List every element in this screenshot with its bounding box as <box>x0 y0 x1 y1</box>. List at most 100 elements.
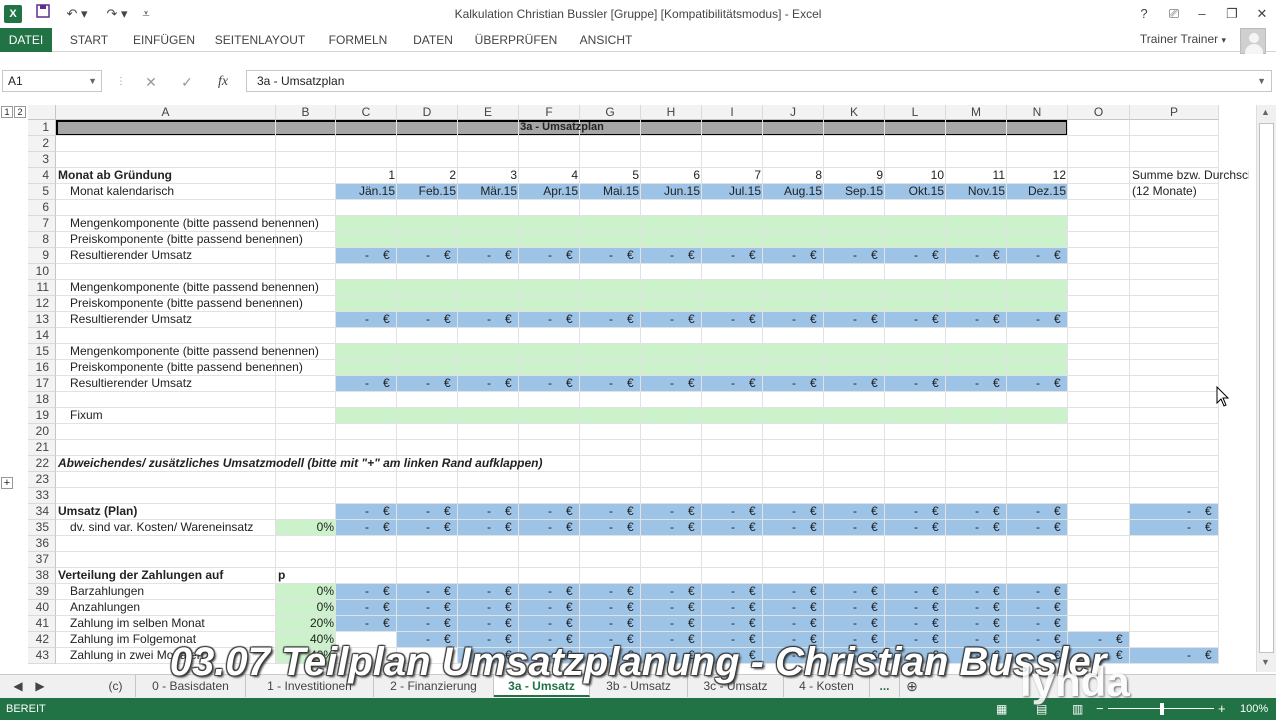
row-label[interactable]: Anzahlungen <box>56 600 142 616</box>
column-header-j[interactable]: J <box>763 105 824 120</box>
row-header-7[interactable]: 7 <box>28 216 56 232</box>
column-header-n[interactable]: N <box>1007 105 1068 120</box>
month-number[interactable]: 4 <box>519 168 580 184</box>
column-header-k[interactable]: K <box>824 105 885 120</box>
month-number[interactable]: 6 <box>641 168 702 184</box>
column-header-e[interactable]: E <box>458 105 519 120</box>
user-name[interactable]: Trainer Trainer ▾ <box>1140 32 1226 46</box>
row-header-2[interactable]: 2 <box>28 136 56 152</box>
label-12-monate[interactable]: (12 Monate) <box>1130 184 1199 200</box>
row-header-21[interactable]: 21 <box>28 440 56 456</box>
row-header-11[interactable]: 11 <box>28 280 56 296</box>
percent-value[interactable]: 40% <box>276 632 336 648</box>
month-date[interactable]: Aug.15 <box>763 184 824 200</box>
row-label[interactable]: Resultierender Umsatz <box>56 248 194 264</box>
close-button[interactable]: ✕ <box>1250 4 1274 24</box>
label-monat-kalendarisch[interactable]: Monat kalendarisch <box>56 184 176 200</box>
avatar[interactable] <box>1240 28 1266 54</box>
normal-view-icon[interactable]: ▦ <box>996 698 1007 720</box>
month-number[interactable]: 12 <box>1007 168 1068 184</box>
month-date[interactable]: Jun.15 <box>641 184 702 200</box>
sheet-tab-investitionen[interactable]: 1 - Investitionen <box>246 675 374 697</box>
month-number[interactable]: 2 <box>397 168 458 184</box>
row-label[interactable]: Barzahlungen <box>56 584 146 600</box>
column-header-l[interactable]: L <box>885 105 946 120</box>
formula-input[interactable]: 3a - Umsatzplan ▼ <box>246 70 1272 92</box>
column-header-f[interactable]: F <box>519 105 580 120</box>
name-box[interactable]: A1 ▼ <box>2 70 102 92</box>
row-label[interactable]: dv. sind var. Kosten/ Wareneinsatz <box>56 520 255 536</box>
row-header-13[interactable]: 13 <box>28 312 56 328</box>
sheet-tab-c[interactable]: (c) <box>96 675 136 697</box>
month-number[interactable]: 7 <box>702 168 763 184</box>
row-header-16[interactable]: 16 <box>28 360 56 376</box>
tab-seitenlayout[interactable]: SEITENLAYOUT <box>210 28 310 52</box>
next-sheet-icon[interactable]: ▶ <box>30 675 50 697</box>
month-date[interactable]: Sep.15 <box>824 184 885 200</box>
row-header-33[interactable]: 33 <box>28 488 56 504</box>
tab-datei[interactable]: DATEI <box>0 28 52 52</box>
maximize-button[interactable]: ❐ <box>1220 4 1244 24</box>
row-header-4[interactable]: 4 <box>28 168 56 184</box>
cancel-icon[interactable]: ✕ <box>140 72 162 92</box>
month-number[interactable]: 10 <box>885 168 946 184</box>
add-sheet-icon[interactable]: ⊕ <box>902 675 922 697</box>
column-header-g[interactable]: G <box>580 105 641 120</box>
month-number[interactable]: 3 <box>458 168 519 184</box>
month-date[interactable]: Mai.15 <box>580 184 641 200</box>
column-header-c[interactable]: C <box>336 105 397 120</box>
month-date[interactable]: Feb.15 <box>397 184 458 200</box>
ribbon-display-button[interactable]: ⎚ <box>1162 4 1186 24</box>
prev-sheet-icon[interactable]: ◀ <box>8 675 28 697</box>
month-date[interactable]: Apr.15 <box>519 184 580 200</box>
select-all-corner[interactable] <box>28 105 56 120</box>
month-number[interactable]: 5 <box>580 168 641 184</box>
row-label[interactable]: Mengenkomponente (bitte passend benennen… <box>56 280 321 296</box>
column-header-b[interactable]: B <box>276 105 336 120</box>
row-header-14[interactable]: 14 <box>28 328 56 344</box>
insert-function-icon[interactable]: fx <box>212 72 234 92</box>
sheet-tab-finanzierung[interactable]: 2 - Finanzierung <box>374 675 494 697</box>
month-number[interactable]: 11 <box>946 168 1007 184</box>
row-header-42[interactable]: 42 <box>28 632 56 648</box>
confirm-icon[interactable]: ✓ <box>176 72 198 92</box>
column-header-h[interactable]: H <box>641 105 702 120</box>
tab-ansicht[interactable]: ANSICHT <box>572 28 640 52</box>
help-button[interactable]: ? <box>1132 4 1156 24</box>
row-label[interactable]: Mengenkomponente (bitte passend benennen… <box>56 216 321 232</box>
row-label[interactable]: Zahlung in zwei Monaten <box>56 648 205 664</box>
sheet-tab-umsatz-3b[interactable]: 3b - Umsatz <box>590 675 688 697</box>
label-p[interactable]: p <box>276 568 287 584</box>
row-header-19[interactable]: 19 <box>28 408 56 424</box>
scroll-thumb[interactable] <box>1259 123 1274 653</box>
row-label[interactable]: Mengenkomponente (bitte passend benennen… <box>56 344 321 360</box>
expand-group-button[interactable]: + <box>1 477 13 489</box>
row-header-37[interactable]: 37 <box>28 552 56 568</box>
sheet-tab-basisdaten[interactable]: 0 - Basisdaten <box>136 675 246 697</box>
label-umsatz-plan[interactable]: Umsatz (Plan) <box>56 504 139 520</box>
label-abweichendes-modell[interactable]: Abweichendes/ zusätzliches Umsatzmodell … <box>56 456 544 472</box>
minimize-button[interactable]: – <box>1190 4 1214 24</box>
row-header-22[interactable]: 22 <box>28 456 56 472</box>
month-number[interactable]: 8 <box>763 168 824 184</box>
month-number[interactable]: 9 <box>824 168 885 184</box>
more-sheets-button[interactable]: ... <box>870 675 900 697</box>
month-date[interactable]: Jul.15 <box>702 184 763 200</box>
vertical-scrollbar[interactable]: ▲ ▼ <box>1256 105 1276 672</box>
month-date[interactable]: Okt.15 <box>885 184 946 200</box>
row-header-1[interactable]: 1 <box>28 120 56 136</box>
row-header-10[interactable]: 10 <box>28 264 56 280</box>
row-label[interactable]: Zahlung im Folgemonat <box>56 632 198 648</box>
row-header-17[interactable]: 17 <box>28 376 56 392</box>
percent-value[interactable]: 20% <box>276 616 336 632</box>
row-header-12[interactable]: 12 <box>28 296 56 312</box>
column-header-a[interactable]: A <box>56 105 276 120</box>
column-header-i[interactable]: I <box>702 105 763 120</box>
percent-value[interactable]: 40% <box>276 648 336 664</box>
row-header-39[interactable]: 39 <box>28 584 56 600</box>
label-summe[interactable]: Summe bzw. Durchschnitt <box>1130 168 1249 184</box>
row-header-38[interactable]: 38 <box>28 568 56 584</box>
worksheet-grid[interactable]: A B C D E F G H I J K L M N O P 1 2 3 4 5 6 7 8 9 10 11 12 13 14 15 16 1… <box>28 105 1254 672</box>
sheet-tab-umsatz-3a[interactable]: 3a - Umsatz <box>494 675 590 697</box>
row-header-41[interactable]: 41 <box>28 616 56 632</box>
